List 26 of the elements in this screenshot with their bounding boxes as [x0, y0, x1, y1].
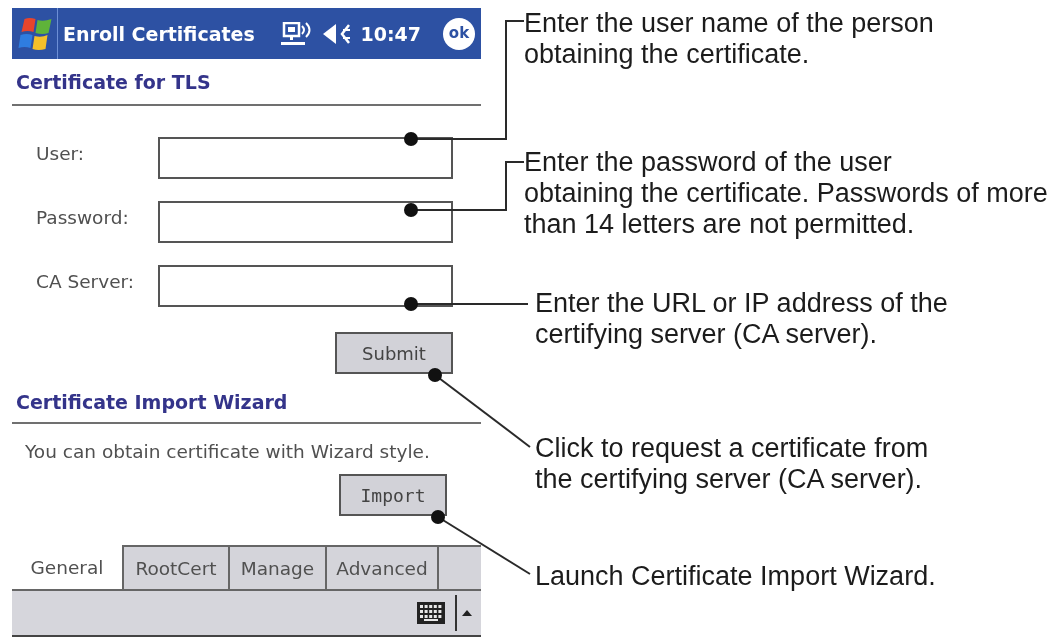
window-title: Enroll Certificates [63, 21, 255, 46]
tab[interactable]: RootCert [122, 545, 228, 589]
ok-button[interactable]: ok [443, 17, 475, 50]
field-label: Password: [36, 206, 129, 230]
description-text: You can obtain certificate with Wizard style. [25, 440, 430, 464]
submit-button[interactable]: Submit [335, 332, 453, 374]
tab[interactable]: Advanced [325, 545, 437, 589]
callout-text: Enter the password of the user obtaining the certificate. Passwords of more than 14 letters are not permitted. [524, 147, 1048, 240]
field-label: User: [36, 142, 85, 166]
caret-up-icon[interactable] [462, 610, 472, 616]
import-button[interactable]: Import [339, 474, 447, 516]
input-field[interactable] [158, 201, 453, 243]
field-label: CA Server: [36, 270, 135, 294]
callout-text: Launch Certificate Import Wizard. [535, 561, 936, 592]
section-heading: Certificate Import Wizard [15, 390, 288, 414]
callout-text: Enter the URL or IP address of the certifying server (CA server). [535, 288, 948, 350]
clock-time: 10:47 [360, 21, 421, 46]
input-field[interactable] [158, 137, 453, 179]
keyboard-icon[interactable] [417, 602, 445, 624]
speaker-icon[interactable] [322, 22, 353, 45]
callout-text: Click to request a certificate from the certifying server (CA server). [535, 433, 929, 495]
flag-icon[interactable] [17, 16, 52, 51]
input-field[interactable] [158, 265, 453, 307]
callout-text: Enter the user name of the person obtaining the certificate. [524, 8, 934, 70]
tab[interactable]: Manage [228, 545, 325, 589]
section-heading: Certificate for TLS [15, 70, 211, 94]
